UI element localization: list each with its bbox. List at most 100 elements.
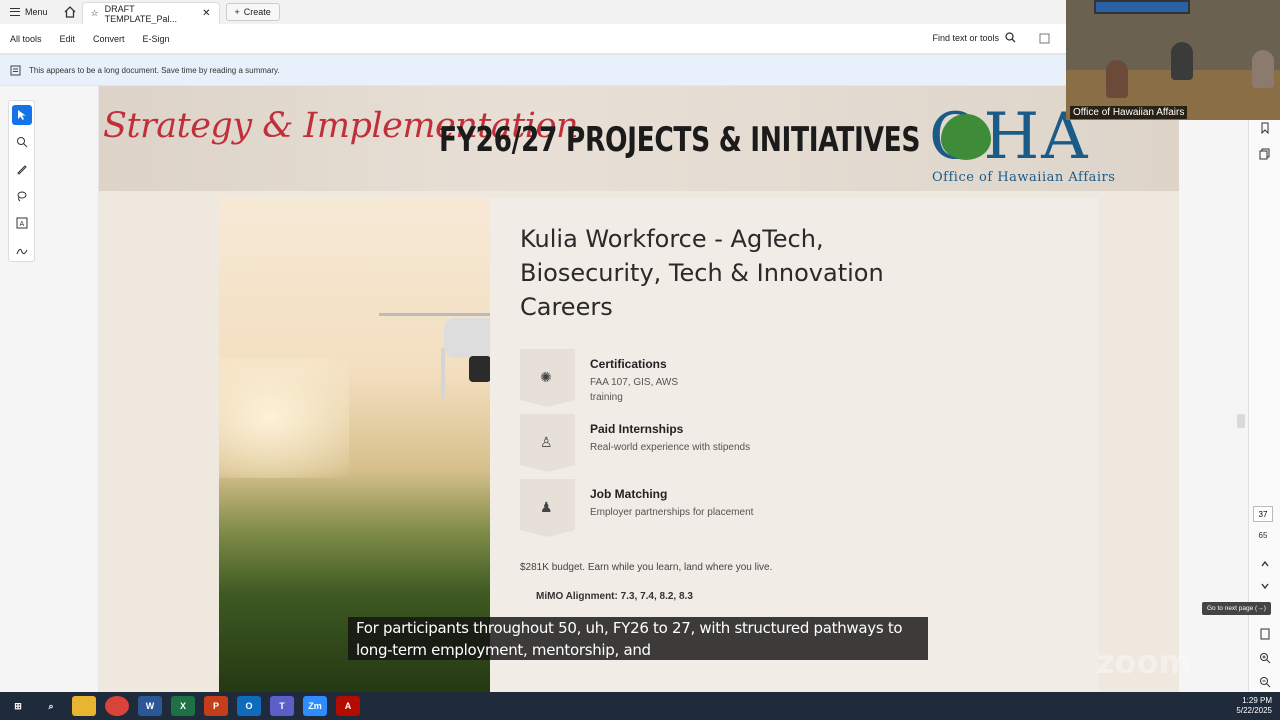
item-description: Real-world experience with stipends: [590, 442, 751, 453]
video-feed: Office of Hawaiian Affairs: [1066, 0, 1280, 120]
person-icon: ♙: [540, 434, 553, 450]
save-icon[interactable]: [1039, 33, 1050, 44]
drone-leg: [441, 348, 445, 398]
menu-label: Menu: [25, 7, 48, 17]
mimo-alignment: MiMO Alignment: 7.3, 7.4, 8.2, 8.3: [536, 591, 693, 602]
convert-menu[interactable]: Convert: [83, 34, 125, 44]
text-box-icon: A: [16, 217, 27, 229]
edit-menu[interactable]: Edit: [50, 34, 76, 44]
icon-box: ♟: [520, 479, 575, 537]
zoom-tool[interactable]: [12, 132, 32, 152]
bookmark-icon[interactable]: [1259, 122, 1271, 134]
logo-subtitle: Office of Hawaiian Affairs: [932, 170, 1116, 185]
home-icon: [64, 6, 75, 18]
summary-icon: [10, 65, 21, 75]
taskbar: ⊞ ⌕ W X P O T Zm A 1:29 PM 5/22/2025: [0, 692, 1280, 720]
item-paid-internships: ♙ Paid Internships Real-world experience…: [520, 414, 920, 472]
excel-icon[interactable]: X: [171, 696, 195, 716]
hamburger-icon: [10, 8, 20, 16]
drone-camera: [469, 356, 490, 382]
find-label: Find text or tools: [932, 32, 999, 43]
word-icon[interactable]: W: [138, 696, 162, 716]
text-tool[interactable]: A: [12, 213, 32, 233]
wall-screen: [1094, 0, 1190, 14]
live-caption: For participants throughout 50, uh, FY26…: [348, 617, 928, 660]
chevron-up-icon[interactable]: [1259, 558, 1271, 570]
close-tab-icon[interactable]: ✕: [202, 8, 210, 19]
sign-tool[interactable]: [12, 240, 32, 260]
system-clock[interactable]: 1:29 PM 5/22/2025: [1236, 696, 1272, 716]
participant: [1106, 60, 1128, 98]
scrollbar-thumb[interactable]: [1237, 414, 1245, 428]
zoom-in-icon[interactable]: [1259, 652, 1271, 664]
zoom-icon[interactable]: Zm: [303, 696, 327, 716]
main-toolbar: All tools Edit Convert E-Sign Find text …: [0, 24, 1066, 54]
badge-icon: ✺: [540, 369, 552, 385]
zoom-watermark: zoom: [1096, 643, 1192, 681]
clock-time: 1:29 PM: [1242, 696, 1272, 705]
summary-message[interactable]: This appears to be a long document. Save…: [29, 66, 280, 75]
sun-glow: [219, 358, 349, 478]
chrome-icon[interactable]: [105, 696, 129, 716]
star-icon[interactable]: ☆: [91, 8, 99, 19]
item-heading: Certifications: [590, 357, 667, 371]
zoom-out-icon[interactable]: [1259, 676, 1271, 688]
lasso-tool[interactable]: [12, 186, 32, 206]
zoom-icon: [16, 137, 27, 148]
tab-title: DRAFT TEMPLATE_Pal...: [104, 3, 177, 24]
esign-menu[interactable]: E-Sign: [133, 34, 170, 44]
document-tab[interactable]: ☆ DRAFT TEMPLATE_Pal... ✕: [81, 2, 220, 24]
page-tools-icon[interactable]: [1259, 628, 1271, 640]
drone-arm: [379, 313, 490, 316]
participant: [1252, 50, 1274, 88]
budget-text: $281K budget. Earn while you learn, land…: [520, 562, 773, 573]
next-page-tooltip: Go to next page (→): [1202, 602, 1271, 615]
lasso-icon: [17, 191, 26, 202]
taro-leaf-icon: [941, 114, 991, 160]
create-label: Create: [243, 7, 271, 17]
home-button[interactable]: [58, 0, 82, 24]
select-tool[interactable]: [11, 105, 32, 125]
slide-heading: FY26/27 PROJECTS & INITIATIVES: [439, 120, 921, 160]
outlook-icon[interactable]: O: [237, 696, 261, 716]
pages-icon[interactable]: [1259, 148, 1271, 160]
item-description: FAA 107, GIS, AWS training: [590, 377, 679, 403]
search-icon[interactable]: ⌕: [39, 696, 63, 716]
create-button[interactable]: + Create: [225, 3, 280, 21]
plus-icon: +: [234, 7, 240, 17]
video-label: Office of Hawaiian Affairs: [1070, 106, 1188, 119]
cursor-icon: [17, 110, 25, 120]
item-certifications: ✺ Certifications FAA 107, GIS, AWS train…: [520, 349, 920, 407]
item-job-matching: ♟ Job Matching Employer partnerships for…: [520, 479, 920, 537]
worker-icon: ♟: [540, 499, 553, 515]
all-tools-menu[interactable]: All tools: [0, 34, 42, 44]
slide-header: Strategy & Implementation FY26/27 PROJEC…: [99, 86, 1179, 191]
teams-icon[interactable]: T: [270, 696, 294, 716]
title-bar: Menu ☆ DRAFT TEMPLATE_Pal... ✕ + Create: [0, 0, 1066, 24]
participant: [1171, 42, 1193, 80]
search-icon: [1005, 32, 1016, 43]
pen-icon: [16, 165, 27, 175]
app-window: Menu ☆ DRAFT TEMPLATE_Pal... ✕ + Create …: [0, 0, 1280, 720]
item-description: Employer partnerships for placement: [590, 507, 754, 518]
quick-tools-panel: A: [8, 100, 35, 262]
item-heading: Job Matching: [590, 487, 668, 501]
powerpoint-icon[interactable]: P: [204, 696, 228, 716]
menu-button[interactable]: Menu: [0, 0, 58, 24]
slide-title: Kulia Workforce - AgTech, Biosecurity, T…: [520, 225, 884, 321]
drone-body: [444, 318, 490, 358]
svg-text:A: A: [19, 221, 24, 228]
start-icon[interactable]: ⊞: [6, 696, 30, 716]
acrobat-icon[interactable]: A: [336, 696, 360, 716]
page-number-input[interactable]: 37: [1253, 506, 1273, 522]
page-total: 65: [1258, 531, 1268, 540]
draw-tool[interactable]: [12, 159, 32, 179]
file-explorer-icon[interactable]: [72, 696, 96, 716]
icon-box: ♙: [520, 414, 575, 472]
signature-icon: [16, 248, 27, 255]
item-heading: Paid Internships: [590, 422, 684, 436]
pdf-page: Strategy & Implementation FY26/27 PROJEC…: [99, 86, 1179, 692]
icon-box: ✺: [520, 349, 575, 407]
find-tools-search[interactable]: Find text or tools: [932, 32, 1016, 43]
chevron-down-icon[interactable]: [1259, 580, 1271, 592]
